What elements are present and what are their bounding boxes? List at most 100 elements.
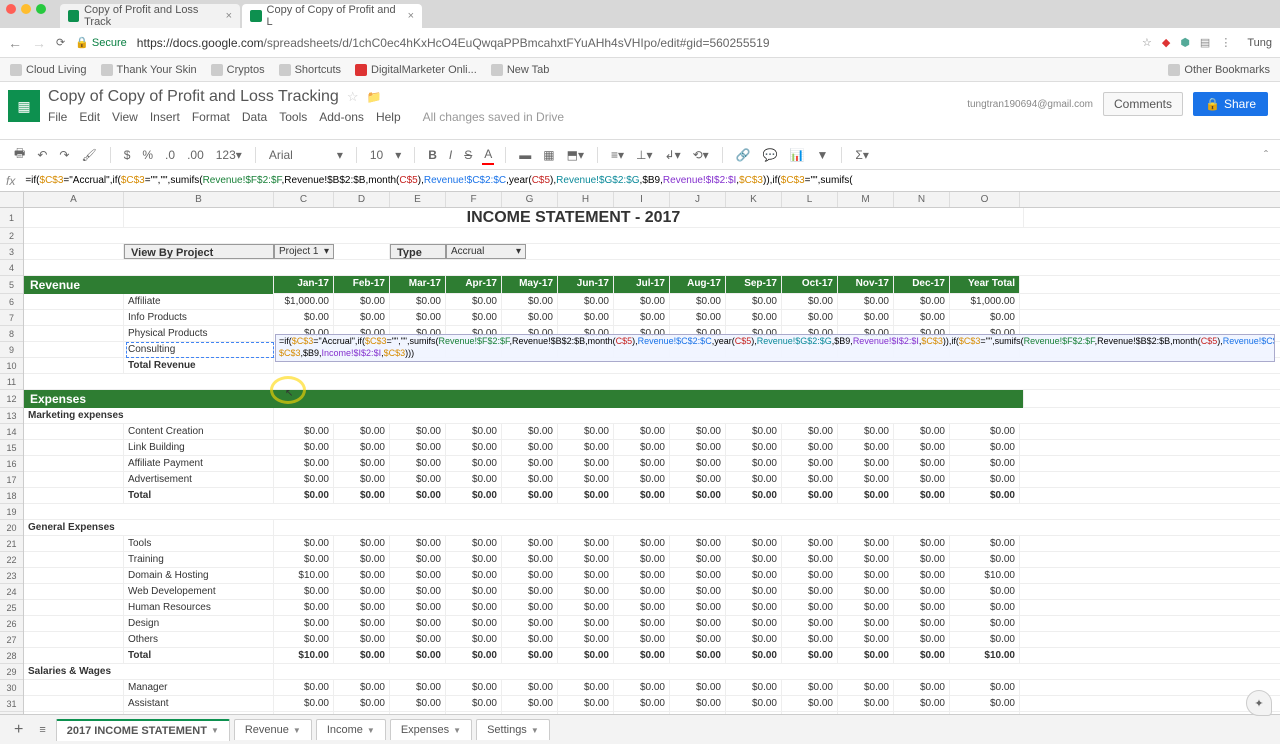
cell[interactable]: $0.00 — [950, 536, 1020, 551]
cell[interactable]: $0.00 — [334, 456, 390, 471]
cell[interactable]: $10.00 — [274, 568, 334, 583]
cell[interactable]: Manager — [124, 680, 274, 695]
menu-edit[interactable]: Edit — [79, 110, 100, 124]
cell[interactable]: $0.00 — [782, 294, 838, 309]
row-header[interactable]: 13 — [0, 408, 23, 424]
cell[interactable]: Total — [124, 648, 274, 663]
cell[interactable]: $0.00 — [614, 712, 670, 714]
cell[interactable]: Nov-17 — [838, 276, 894, 293]
cell[interactable]: Salaries & Wages — [24, 664, 274, 679]
cell[interactable]: $0.00 — [558, 310, 614, 325]
cell[interactable]: $0.00 — [502, 424, 558, 439]
back-button[interactable]: ← — [8, 35, 22, 51]
cell[interactable]: $0.00 — [670, 456, 726, 471]
cell[interactable]: $0.00 — [726, 536, 782, 551]
cell[interactable]: $0.00 — [334, 600, 390, 615]
row-header[interactable]: 10 — [0, 358, 23, 374]
cell[interactable]: $0.00 — [782, 472, 838, 487]
cell[interactable]: $0.00 — [726, 310, 782, 325]
cell[interactable]: $0.00 — [782, 632, 838, 647]
cell[interactable] — [24, 616, 124, 631]
italic-button[interactable]: I — [447, 146, 454, 164]
row-header[interactable]: 19 — [0, 504, 23, 520]
cell[interactable]: Domain & Hosting — [124, 568, 274, 583]
cell[interactable]: Consulting — [124, 342, 274, 357]
cell[interactable]: $0.00 — [670, 488, 726, 503]
select-all-corner[interactable] — [0, 192, 24, 207]
cell[interactable]: $0.00 — [838, 616, 894, 631]
cell[interactable]: $0.00 — [502, 456, 558, 471]
cell[interactable]: $0.00 — [726, 568, 782, 583]
bookmark-item[interactable]: New Tab — [491, 64, 550, 76]
cell[interactable]: $0.00 — [334, 536, 390, 551]
column-header[interactable]: C — [274, 192, 334, 207]
cell[interactable]: $0.00 — [502, 680, 558, 695]
cell[interactable]: $0.00 — [838, 712, 894, 714]
cell[interactable]: $0.00 — [558, 680, 614, 695]
cell[interactable]: $0.00 — [782, 456, 838, 471]
cell[interactable]: $0.00 — [782, 568, 838, 583]
cell[interactable]: $0.00 — [838, 294, 894, 309]
cell[interactable]: $0.00 — [390, 584, 446, 599]
column-header[interactable]: L — [782, 192, 838, 207]
fill-color-button[interactable]: ▬ — [517, 146, 533, 164]
cell[interactable]: $0.00 — [274, 536, 334, 551]
cell[interactable]: $0.00 — [838, 632, 894, 647]
menu-view[interactable]: View — [112, 110, 138, 124]
cell[interactable]: $0.00 — [558, 472, 614, 487]
row-header[interactable]: 23 — [0, 568, 23, 584]
column-header[interactable]: D — [334, 192, 390, 207]
cell[interactable]: $0.00 — [838, 696, 894, 711]
row-header[interactable]: 12 — [0, 390, 23, 408]
cell[interactable] — [24, 680, 124, 695]
redo-button[interactable]: ↷ — [57, 146, 71, 164]
cell[interactable]: $0.00 — [670, 294, 726, 309]
menu-tools[interactable]: Tools — [279, 110, 307, 124]
cell[interactable]: $0.00 — [670, 568, 726, 583]
strike-button[interactable]: S — [462, 146, 474, 164]
cell[interactable]: INCOME STATEMENT - 2017 — [124, 208, 1024, 227]
cell[interactable]: $0.00 — [838, 680, 894, 695]
cell[interactable]: $0.00 — [274, 632, 334, 647]
cell[interactable]: $0.00 — [726, 440, 782, 455]
cell[interactable]: $0.00 — [558, 488, 614, 503]
cell[interactable]: Affiliate Payment — [124, 456, 274, 471]
column-header[interactable]: K — [726, 192, 782, 207]
cell[interactable]: $0.00 — [670, 616, 726, 631]
cell[interactable] — [24, 310, 124, 325]
cell[interactable]: $0.00 — [894, 310, 950, 325]
cell[interactable]: $0.00 — [334, 440, 390, 455]
cell[interactable]: $0.00 — [782, 616, 838, 631]
cell[interactable]: $0.00 — [670, 696, 726, 711]
cell[interactable]: $0.00 — [950, 488, 1020, 503]
collapse-toolbar[interactable]: ˆ — [1264, 148, 1268, 162]
cell[interactable]: $0.00 — [558, 456, 614, 471]
cell[interactable]: $0.00 — [390, 552, 446, 567]
sheets-logo[interactable]: ▦ — [8, 90, 40, 122]
cell[interactable]: $0.00 — [782, 310, 838, 325]
row-header[interactable]: 29 — [0, 664, 23, 680]
cell[interactable]: $0.00 — [726, 616, 782, 631]
cell[interactable] — [24, 294, 124, 309]
cell[interactable]: $0.00 — [558, 440, 614, 455]
cell[interactable]: Jul-17 — [614, 276, 670, 293]
cell[interactable]: Sep-17 — [726, 276, 782, 293]
cell[interactable]: Year Total — [950, 276, 1020, 293]
browser-tab-active[interactable]: Copy of Copy of Profit and L× — [242, 4, 422, 28]
cell[interactable]: $0.00 — [390, 616, 446, 631]
cell[interactable]: $0.00 — [334, 424, 390, 439]
cell[interactable]: $0.00 — [726, 696, 782, 711]
cell[interactable]: $0.00 — [446, 696, 502, 711]
cell[interactable]: $0.00 — [894, 294, 950, 309]
browser-tab[interactable]: Copy of Profit and Loss Track× — [60, 4, 240, 28]
star-icon[interactable]: ☆ — [347, 89, 359, 105]
cell[interactable]: $0.00 — [670, 712, 726, 714]
row-header[interactable]: 11 — [0, 374, 23, 390]
chart-button[interactable]: 📊 — [788, 146, 807, 164]
cell[interactable]: $0.00 — [390, 424, 446, 439]
font-select[interactable]: Arial — [267, 146, 327, 164]
cell[interactable]: $0.00 — [838, 472, 894, 487]
cell[interactable]: $0.00 — [334, 632, 390, 647]
cell[interactable]: $0.00 — [726, 294, 782, 309]
cell[interactable]: $0.00 — [390, 456, 446, 471]
